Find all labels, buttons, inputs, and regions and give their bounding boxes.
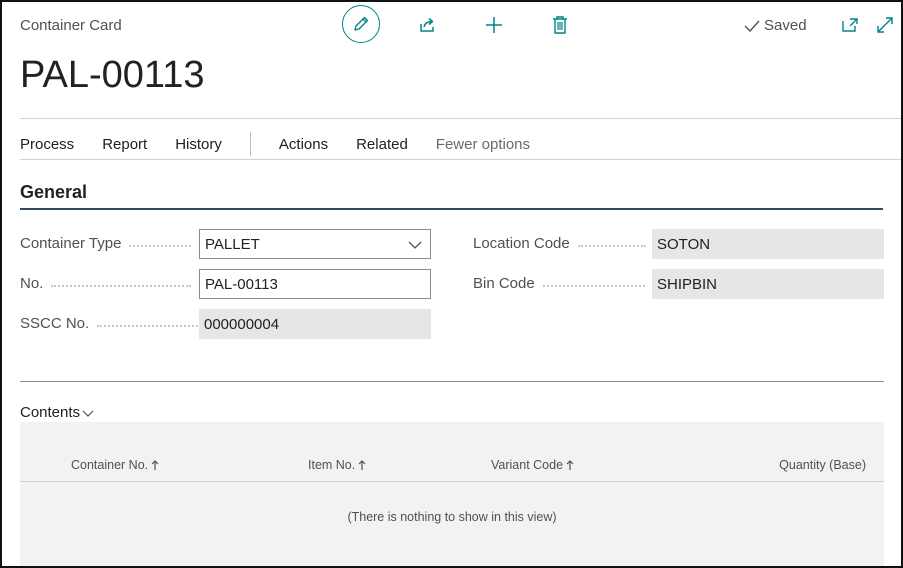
menu-fewer-options[interactable]: Fewer options <box>436 136 530 153</box>
container-type-select[interactable]: PALLET <box>199 229 431 259</box>
sort-ascending-icon <box>358 459 366 470</box>
column-header-container-no[interactable]: Container No. <box>71 458 159 472</box>
dotted-leader <box>97 324 202 327</box>
expand-icon <box>877 17 893 33</box>
action-bar: Process Report History Actions Related F… <box>20 132 558 156</box>
field-label-text: Bin Code <box>473 275 535 292</box>
field-label-location-code: Location Code <box>473 235 646 252</box>
no-input[interactable]: PAL-00113 <box>199 269 431 299</box>
grid-header-line <box>20 481 884 482</box>
column-header-item-no[interactable]: Item No. <box>308 458 366 472</box>
sort-ascending-icon <box>151 459 159 470</box>
expand-button[interactable] <box>875 15 895 35</box>
divider <box>20 159 901 160</box>
section-title-general[interactable]: General <box>20 182 87 203</box>
location-code-field: SOTON <box>652 229 884 259</box>
plus-icon <box>486 17 502 33</box>
no-value: PAL-00113 <box>205 275 278 293</box>
location-code-value: SOTON <box>657 235 711 253</box>
field-label-text: SSCC No. <box>20 315 90 332</box>
new-button[interactable] <box>479 10 509 40</box>
container-card-page: Container Card PAL-00113 Saved Process R… <box>0 0 903 568</box>
dotted-leader <box>542 284 645 287</box>
page-title: PAL-00113 <box>20 54 205 96</box>
trash-icon <box>553 16 567 34</box>
sscc-value: 000000004 <box>204 315 280 333</box>
column-header-variant-code[interactable]: Variant Code <box>491 458 574 472</box>
field-label-sscc: SSCC No. <box>20 315 202 332</box>
dotted-leader <box>577 244 646 247</box>
saved-label: Saved <box>764 17 807 34</box>
sscc-field: 000000004 <box>199 309 431 339</box>
column-header-label: Item No. <box>308 458 356 472</box>
section-divider <box>20 381 884 382</box>
column-header-label: Variant Code <box>491 458 564 472</box>
field-label-bin-code: Bin Code <box>473 275 645 292</box>
bin-code-field: SHIPBIN <box>652 269 884 299</box>
chevron-down-icon <box>408 241 422 249</box>
contents-toggle[interactable]: Contents <box>20 404 94 421</box>
open-new-window-button[interactable] <box>840 15 860 35</box>
menu-report[interactable]: Report <box>102 136 147 153</box>
page-caption: Container Card <box>20 17 122 34</box>
edit-button[interactable] <box>342 5 380 43</box>
share-button[interactable] <box>413 10 443 40</box>
field-label-container-type: Container Type <box>20 235 192 252</box>
container-type-value: PALLET <box>205 235 260 253</box>
field-label-no: No. <box>20 275 192 292</box>
column-header-label: Container No. <box>71 458 149 472</box>
share-icon <box>420 17 434 32</box>
checkmark-icon <box>744 20 760 32</box>
contents-title: Contents <box>20 404 81 421</box>
column-header-label: Quantity (Base) <box>779 458 866 472</box>
column-header-quantity-base[interactable]: Quantity (Base) <box>779 458 866 472</box>
divider <box>20 118 901 119</box>
pencil-icon <box>354 16 369 31</box>
delete-button[interactable] <box>545 10 575 40</box>
dotted-leader <box>51 284 192 287</box>
bin-code-value: SHIPBIN <box>657 275 718 293</box>
menu-history[interactable]: History <box>175 136 222 153</box>
menu-related[interactable]: Related <box>356 136 408 153</box>
field-label-text: Location Code <box>473 235 570 252</box>
sort-ascending-icon <box>566 459 574 470</box>
menu-separator <box>249 132 251 156</box>
field-label-text: No. <box>20 275 44 292</box>
section-underline <box>20 208 883 210</box>
empty-grid-message: (There is nothing to show in this view) <box>347 510 557 524</box>
dotted-leader <box>129 244 192 247</box>
field-label-text: Container Type <box>20 235 122 252</box>
chevron-down-icon <box>82 410 94 417</box>
contents-grid: Container No. Item No. Variant Code Quan… <box>20 422 884 566</box>
saved-status: Saved <box>744 17 807 34</box>
open-in-new-window-icon <box>842 18 858 32</box>
menu-process[interactable]: Process <box>20 136 74 153</box>
grid-header: Container No. Item No. Variant Code Quan… <box>20 458 884 482</box>
menu-actions[interactable]: Actions <box>279 136 328 153</box>
